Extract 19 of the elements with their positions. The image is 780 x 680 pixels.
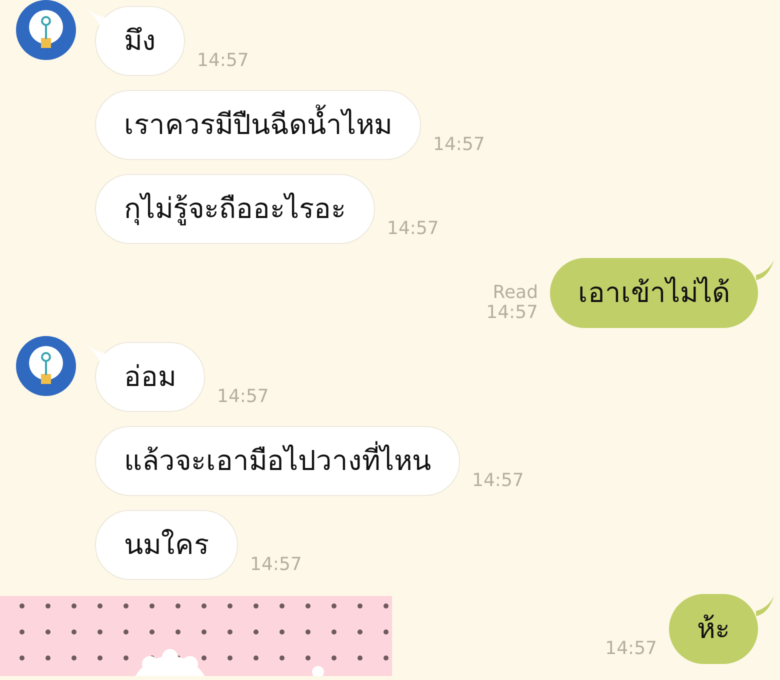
message-time: 14:57 [605,639,657,660]
message-bubble: เราควรมีปืนฉีดน้ำไหม [95,90,421,160]
message-time: 14:57 [197,51,249,72]
message-time: 14:57 [486,303,538,324]
message-bubble: เอาเข้าไม่ได้ [550,258,758,328]
message-time: 14:57 [387,219,439,240]
read-receipt: Read [492,282,538,304]
message-bubble: มึง [95,6,185,76]
message-bubble: ห้ะ [669,594,758,664]
message-time: 14:57 [472,471,524,492]
avatar-icon[interactable] [16,336,76,396]
message-bubble: นมใคร [95,510,238,580]
message-bubble: แล้วจะเอามือไปวางที่ไหน [95,426,460,496]
message-bubble: อ่อม [95,342,205,412]
message-time: 14:57 [250,555,302,576]
avatar-icon[interactable] [16,0,76,60]
message-bubble: กุไม่รู้จะถืออะไรอะ [95,174,375,244]
message-time: 14:57 [433,135,485,156]
message-time: 14:57 [217,387,269,408]
